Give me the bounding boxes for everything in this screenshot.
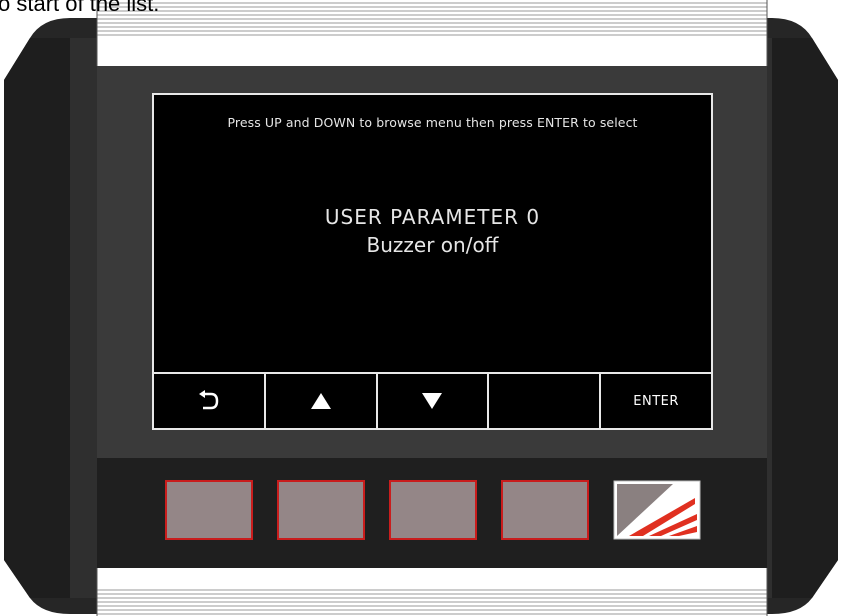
softkey-bar: ENTER bbox=[154, 372, 711, 428]
parameter-description: Buzzer on/off bbox=[366, 233, 499, 257]
device-ui: o start of the list. Press UP and DOWN t… bbox=[0, 0, 842, 616]
hardware-button-2[interactable] bbox=[277, 480, 365, 540]
up-triangle-icon bbox=[310, 392, 332, 410]
softkey-enter[interactable]: ENTER bbox=[601, 374, 711, 428]
softkey-back[interactable] bbox=[154, 374, 266, 428]
instruction-text: Press UP and DOWN to browse menu then pr… bbox=[227, 115, 638, 130]
brand-logo bbox=[613, 480, 701, 540]
hardware-button-3[interactable] bbox=[389, 480, 477, 540]
softkey-down[interactable] bbox=[378, 374, 490, 428]
softkey-blank[interactable] bbox=[489, 374, 602, 428]
hardware-button-4[interactable] bbox=[501, 480, 589, 540]
softkey-up[interactable] bbox=[266, 374, 378, 428]
display-screen: Press UP and DOWN to browse menu then pr… bbox=[152, 93, 713, 430]
parameter-title: USER PARAMETER 0 bbox=[324, 205, 541, 229]
hardware-button-1[interactable] bbox=[165, 480, 253, 540]
back-arrow-icon bbox=[197, 390, 221, 412]
down-triangle-icon bbox=[421, 392, 443, 410]
caption-text: o start of the list. bbox=[0, 0, 160, 16]
softkey-enter-label: ENTER bbox=[633, 393, 679, 409]
